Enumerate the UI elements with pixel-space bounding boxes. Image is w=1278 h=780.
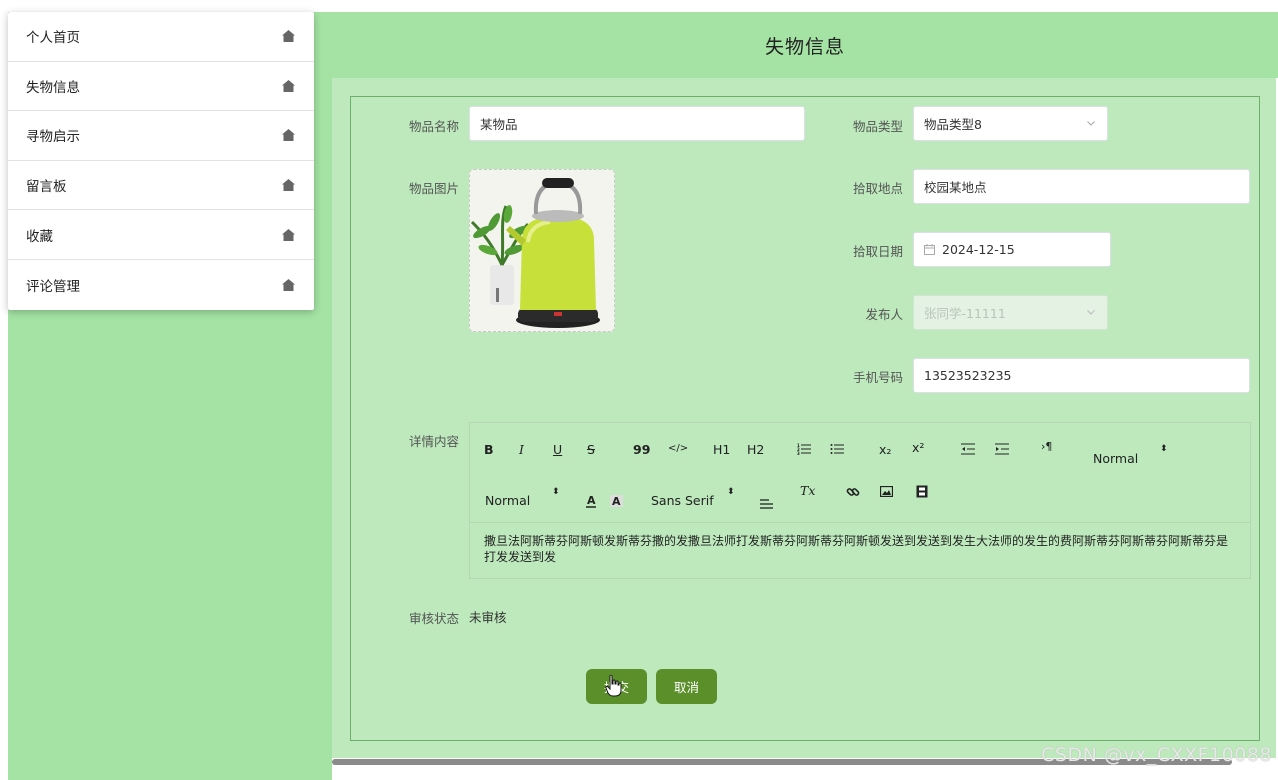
sidebar-item-label: 寻物启示 bbox=[26, 129, 80, 146]
publisher-select: 张同学-11111 bbox=[913, 295, 1108, 330]
svg-text:A: A bbox=[612, 495, 621, 508]
review-status-label: 审核状态 bbox=[408, 611, 459, 626]
background-color-icon[interactable]: A bbox=[610, 494, 623, 508]
svg-text:A: A bbox=[587, 494, 596, 507]
subscript-button[interactable]: x₂ bbox=[879, 442, 891, 457]
align-icon[interactable] bbox=[760, 497, 773, 509]
home-icon bbox=[282, 79, 296, 92]
item-name-field[interactable] bbox=[480, 116, 794, 131]
superscript-button[interactable]: x² bbox=[912, 440, 924, 455]
pickup-date-label: 拾取日期 bbox=[852, 244, 903, 259]
header-select-arrows-icon[interactable]: ⬍ bbox=[552, 487, 560, 497]
detail-label: 详情内容 bbox=[408, 434, 459, 449]
phone-field[interactable] bbox=[924, 368, 1239, 383]
pickup-place-input[interactable] bbox=[913, 169, 1250, 204]
code-button[interactable]: </> bbox=[668, 443, 688, 454]
page-header: 失物信息 bbox=[332, 12, 1278, 78]
pickup-place-label: 拾取地点 bbox=[852, 181, 903, 196]
editor-content[interactable]: 撒旦法阿斯蒂芬阿斯顿发斯蒂芬撒的发撒旦法师打发斯蒂芬阿斯蒂芬阿斯顿发送到发送到发… bbox=[470, 523, 1250, 575]
sidebar-item-label: 失物信息 bbox=[26, 79, 80, 96]
calendar-icon bbox=[924, 244, 935, 255]
item-type-value: 物品类型8 bbox=[924, 117, 982, 132]
clear-format-button[interactable]: Tx bbox=[800, 483, 815, 498]
bullet-list-icon[interactable] bbox=[830, 443, 844, 455]
pickup-date-picker[interactable]: 2024-12-15 bbox=[913, 232, 1111, 267]
size-select-arrows-icon[interactable]: ⬍ bbox=[1160, 444, 1168, 454]
strike-button[interactable]: S bbox=[587, 442, 595, 457]
sidebar-item-search-notice[interactable]: 寻物启示 bbox=[8, 111, 314, 161]
publisher-value: 张同学-11111 bbox=[924, 306, 1006, 321]
cancel-button[interactable]: 取消 bbox=[656, 669, 717, 704]
font-color-icon[interactable]: A bbox=[585, 494, 597, 508]
publisher-label: 发布人 bbox=[865, 307, 903, 322]
home-icon bbox=[282, 179, 296, 192]
kettle-image bbox=[470, 170, 614, 331]
text-direction-icon[interactable]: ›¶ bbox=[1041, 440, 1052, 453]
sidebar-item-home[interactable]: 个人首页 bbox=[8, 12, 314, 62]
italic-button[interactable]: I bbox=[519, 442, 524, 457]
svg-text:3: 3 bbox=[797, 451, 800, 455]
sidebar-item-label: 个人首页 bbox=[26, 30, 80, 47]
bold-button[interactable]: B bbox=[484, 442, 494, 457]
sidebar-item-message-board[interactable]: 留言板 bbox=[8, 161, 314, 211]
editor-toolbar: B I U S 99 </> H1 H2 123 x₂ x² ›¶ Normal… bbox=[470, 423, 1250, 523]
sidebar-item-label: 评论管理 bbox=[26, 278, 80, 295]
chevron-down-icon bbox=[1087, 310, 1095, 315]
phone-input[interactable] bbox=[913, 358, 1250, 393]
cancel-button-label: 取消 bbox=[673, 680, 699, 695]
home-icon bbox=[282, 278, 296, 291]
sidebar-menu: 个人首页 失物信息 寻物启示 留言板 收藏 评论管理 bbox=[8, 12, 314, 310]
rich-text-editor: B I U S 99 </> H1 H2 123 x₂ x² ›¶ Normal… bbox=[469, 422, 1251, 579]
indent-decrease-icon[interactable] bbox=[961, 443, 975, 455]
sidebar-item-lost-info[interactable]: 失物信息 bbox=[8, 62, 314, 112]
underline-button[interactable]: U bbox=[553, 442, 562, 457]
item-name-label: 物品名称 bbox=[408, 119, 459, 134]
home-icon bbox=[282, 30, 296, 43]
home-icon bbox=[282, 129, 296, 142]
pickup-date-value: 2024-12-15 bbox=[942, 242, 1015, 257]
sidebar-item-comment-manage[interactable]: 评论管理 bbox=[8, 260, 314, 310]
header-select[interactable]: Normal bbox=[485, 493, 530, 508]
blockquote-button[interactable]: 99 bbox=[633, 442, 650, 457]
h1-button[interactable]: H1 bbox=[713, 442, 730, 457]
video-icon[interactable] bbox=[916, 485, 928, 498]
link-icon[interactable] bbox=[846, 485, 860, 499]
h2-button[interactable]: H2 bbox=[747, 442, 764, 457]
sidebar-item-favorites[interactable]: 收藏 bbox=[8, 210, 314, 260]
item-type-label: 物品类型 bbox=[852, 119, 903, 134]
sidebar-item-label: 收藏 bbox=[26, 228, 53, 245]
indent-increase-icon[interactable] bbox=[995, 443, 1009, 455]
image-icon[interactable] bbox=[880, 486, 893, 497]
sidebar-item-label: 留言板 bbox=[26, 179, 67, 196]
font-select[interactable]: Sans Serif bbox=[651, 493, 714, 508]
phone-label: 手机号码 bbox=[852, 370, 903, 385]
font-select-arrows-icon[interactable]: ⬍ bbox=[727, 487, 735, 497]
page-title: 失物信息 bbox=[764, 35, 845, 58]
form-container: 物品名称 物品类型 物品类型8 物品图片 bbox=[350, 96, 1260, 741]
chevron-down-icon bbox=[1087, 121, 1095, 126]
main-content: 物品名称 物品类型 物品类型8 物品图片 bbox=[332, 78, 1276, 758]
hand-cursor-icon bbox=[605, 675, 622, 697]
review-status-value: 未审核 bbox=[469, 610, 507, 625]
item-type-select[interactable]: 物品类型8 bbox=[913, 106, 1108, 141]
size-select[interactable]: Normal bbox=[1093, 451, 1138, 466]
pickup-place-field[interactable] bbox=[924, 179, 1239, 194]
ordered-list-icon[interactable]: 123 bbox=[797, 443, 811, 455]
home-icon bbox=[282, 228, 296, 241]
item-image-label: 物品图片 bbox=[408, 181, 459, 196]
watermark: CSDN @vx_CXXF10088 bbox=[1041, 744, 1272, 766]
item-image-upload[interactable] bbox=[469, 169, 615, 332]
item-name-input[interactable] bbox=[469, 106, 805, 141]
